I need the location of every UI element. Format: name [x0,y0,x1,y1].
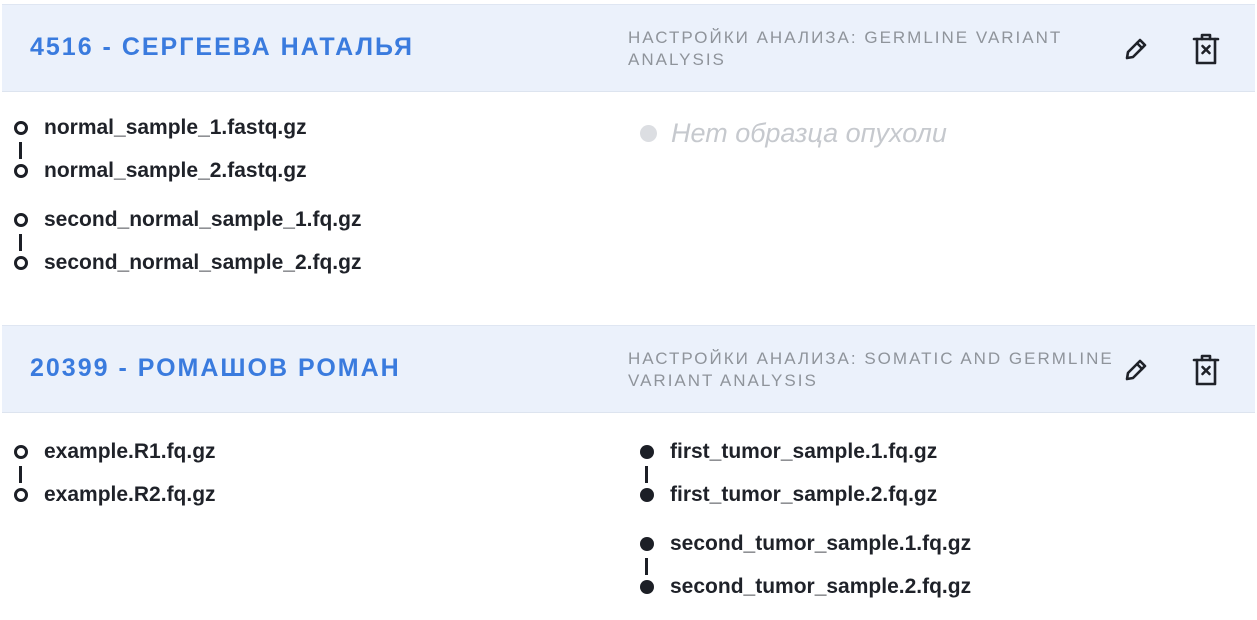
file-item: second_normal_sample_2.fq.gz [14,249,361,277]
analysis-card: 20399 - РОМАШОВ РОМАН НАСТРОЙКИ АНАЛИЗА:… [0,324,1257,599]
placeholder-dot-icon [640,125,657,142]
file-name: example.R2.fq.gz [44,483,216,506]
file-item: example.R2.fq.gz [14,481,216,509]
pencil-icon [1125,359,1147,381]
normal-sample-marker-icon [14,164,28,178]
file-name: second_normal_sample_2.fq.gz [44,251,362,274]
placeholder-text: Нет образца опухоли [671,118,947,148]
patient-title[interactable]: 4516 - СЕРГЕЕВА НАТАЛЬЯ [30,33,414,62]
normal-sample-marker-icon [14,121,28,135]
normal-sample-marker-icon [14,213,28,227]
edit-button[interactable] [1116,29,1156,69]
normal-sample-marker-icon [14,445,28,459]
no-tumor-sample-placeholder: Нет образца опухоли [640,118,947,149]
normal-sample-marker-icon [14,256,28,270]
trash-icon [1192,33,1220,65]
file-name: normal_sample_2.fastq.gz [44,159,307,182]
file-item: first_tumor_sample.1.fq.gz [640,438,937,466]
file-name: first_tumor_sample.1.fq.gz [670,440,938,463]
patient-title[interactable]: 20399 - РОМАШОВ РОМАН [30,354,401,383]
analysis-settings-label: НАСТРОЙКИ АНАЛИЗА: SOMATIC AND GERMLINE … [628,349,1114,390]
trash-icon [1192,354,1220,386]
file-item: normal_sample_2.fastq.gz [14,157,307,185]
card-header: 20399 - РОМАШОВ РОМАН НАСТРОЙКИ АНАЛИЗА:… [2,325,1255,413]
tumor-sample-marker-icon [640,537,654,551]
file-name: first_tumor_sample.2.fq.gz [670,483,938,506]
pencil-icon [1125,38,1147,60]
tumor-sample-marker-icon [640,580,654,594]
edit-button[interactable] [1116,350,1156,390]
card-header: 4516 - СЕРГЕЕВА НАТАЛЬЯ НАСТРОЙКИ АНАЛИЗ… [2,4,1255,92]
file-item: first_tumor_sample.2.fq.gz [640,481,937,509]
analysis-settings-label: НАСТРОЙКИ АНАЛИЗА: GERMLINE VARIANT ANAL… [628,28,1062,69]
analysis-card: 4516 - СЕРГЕЕВА НАТАЛЬЯ НАСТРОЙКИ АНАЛИЗ… [0,0,1257,295]
delete-button[interactable] [1186,29,1226,69]
tumor-sample-marker-icon [640,445,654,459]
file-name: second_tumor_sample.2.fq.gz [670,575,972,598]
file-name: second_tumor_sample.1.fq.gz [670,532,972,555]
tumor-sample-marker-icon [640,488,654,502]
delete-button[interactable] [1186,350,1226,390]
normal-sample-marker-icon [14,488,28,502]
file-name: second_normal_sample_1.fq.gz [44,208,362,231]
file-item: second_tumor_sample.2.fq.gz [640,573,971,601]
file-item: normal_sample_1.fastq.gz [14,114,307,142]
file-name: normal_sample_1.fastq.gz [44,116,307,139]
file-item: example.R1.fq.gz [14,438,216,466]
file-item: second_tumor_sample.1.fq.gz [640,530,971,558]
file-item: second_normal_sample_1.fq.gz [14,206,361,234]
file-name: example.R1.fq.gz [44,440,216,463]
